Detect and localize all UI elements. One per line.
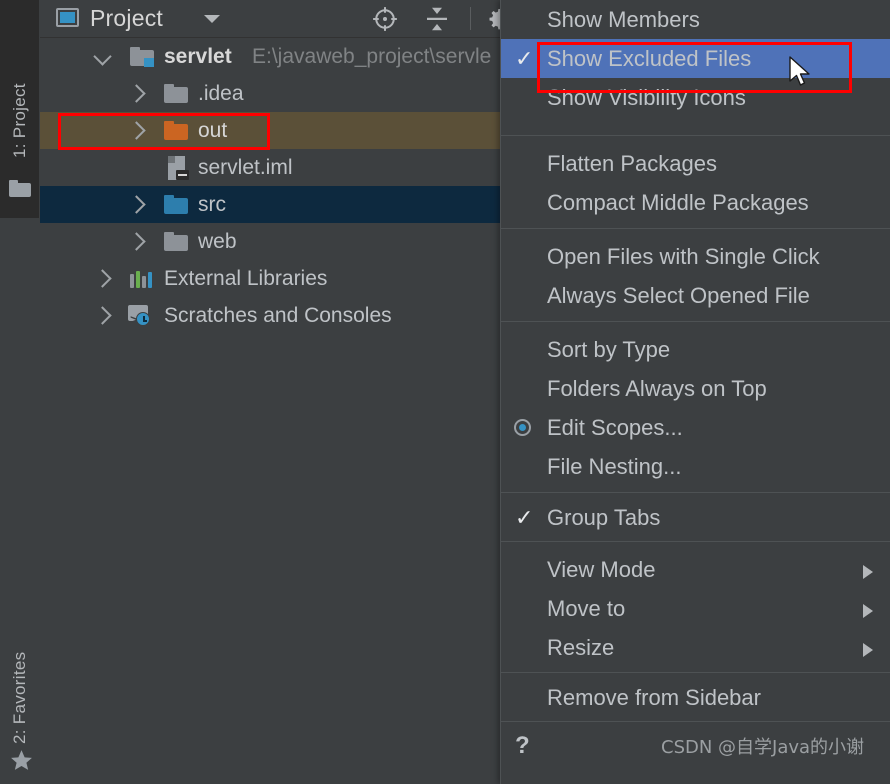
chevron-right-icon — [863, 604, 873, 618]
menu-item-open-files-single-click[interactable]: Open Files with Single Click — [501, 237, 890, 276]
ide-project-tool-window: 1: Project 2: Favorites Project servlet … — [0, 0, 890, 784]
chevron-right-icon — [863, 565, 873, 579]
radio-selected-icon — [514, 419, 531, 436]
menu-item-show-members[interactable]: Show Members — [501, 0, 890, 39]
tool-window-stripe: 1: Project 2: Favorites — [0, 0, 41, 784]
chevron-right-icon[interactable] — [127, 232, 146, 251]
menu-item-label: Sort by Type — [547, 337, 671, 362]
folder-icon — [9, 180, 31, 197]
libraries-icon — [130, 269, 154, 288]
menu-item-remove-from-sidebar[interactable]: Remove from Sidebar — [501, 678, 890, 717]
menu-item-help[interactable]: ? CSDN @自学Java的小谢 — [501, 726, 890, 765]
menu-item-move-to[interactable]: Move to — [501, 589, 890, 628]
menu-item-file-nesting[interactable]: File Nesting... — [501, 447, 890, 486]
tree-row-label: .idea — [198, 82, 244, 105]
menu-item-always-select-opened-file[interactable]: Always Select Opened File — [501, 276, 890, 315]
menu-item-group-tabs[interactable]: ✓ Group Tabs — [501, 498, 890, 537]
menu-separator — [501, 672, 890, 673]
watermark-text: CSDN @自学Java的小谢 — [661, 737, 865, 758]
chevron-down-icon[interactable] — [204, 15, 220, 23]
menu-separator — [501, 228, 890, 229]
collapse-all-button[interactable] — [422, 4, 452, 34]
stripe-button-project-label: 1: Project — [10, 83, 29, 158]
menu-separator — [501, 721, 890, 722]
menu-item-label: Resize — [547, 635, 615, 660]
menu-separator — [501, 321, 890, 322]
tree-row-label: External Libraries — [164, 267, 328, 290]
question-mark-icon: ? — [515, 732, 530, 759]
chevron-right-icon[interactable] — [93, 269, 112, 288]
mouse-pointer — [789, 56, 810, 86]
crosshair-target-icon — [373, 7, 397, 31]
out-folder-highlight-box — [58, 113, 270, 150]
module-folder-icon — [130, 47, 154, 67]
folder-icon — [164, 84, 188, 103]
menu-item-label: View Mode — [547, 557, 656, 582]
star-icon — [11, 750, 32, 770]
menu-item-view-mode[interactable]: View Mode — [501, 550, 890, 589]
menu-item-label: Remove from Sidebar — [547, 685, 761, 710]
tree-row-label: src — [198, 193, 226, 216]
menu-item-label: Flatten Packages — [547, 151, 717, 176]
chevron-right-icon[interactable] — [93, 306, 112, 325]
menu-item-label: Open Files with Single Click — [547, 244, 820, 269]
chevron-right-icon — [863, 643, 873, 657]
tree-row-label: servlet.iml — [198, 156, 293, 179]
checkmark-icon: ✓ — [515, 505, 534, 530]
menu-separator — [501, 135, 890, 136]
menu-item-label: Compact Middle Packages — [547, 190, 809, 215]
menu-item-compact-middle-packages[interactable]: Compact Middle Packages — [501, 183, 890, 222]
iml-file-icon — [168, 156, 189, 180]
chevron-right-icon[interactable] — [127, 195, 146, 214]
menu-item-label: Edit Scopes... — [547, 415, 683, 440]
scratches-icon — [128, 302, 153, 339]
tree-row-path: E:\javaweb_project\servle — [252, 45, 492, 68]
chevron-right-icon[interactable] — [127, 84, 146, 103]
menu-item-edit-scopes[interactable]: Edit Scopes... — [501, 408, 890, 447]
menu-item-label: Move to — [547, 596, 626, 621]
menu-item-label: Folders Always on Top — [547, 376, 767, 401]
page-title: Project — [90, 5, 163, 31]
source-folder-icon — [164, 195, 188, 214]
folder-icon — [164, 232, 188, 251]
stripe-button-favorites-label: 2: Favorites — [10, 651, 29, 744]
menu-item-label: Always Select Opened File — [547, 283, 810, 308]
select-opened-file-button[interactable] — [370, 4, 400, 34]
menu-separator — [501, 492, 890, 493]
project-view-icon — [56, 8, 79, 27]
menu-item-label: Group Tabs — [547, 505, 661, 530]
menu-item-folders-always-on-top[interactable]: Folders Always on Top — [501, 369, 890, 408]
menu-item-label: Show Members — [547, 7, 700, 32]
view-options-popup-menu: Show Members ✓ Show Excluded Files Show … — [500, 0, 890, 784]
tree-row-label: Scratches and Consoles — [164, 304, 392, 327]
stripe-button-favorites[interactable]: 2: Favorites — [10, 604, 30, 744]
checkmark-icon: ✓ — [515, 46, 534, 71]
menu-item-sort-by-type[interactable]: Sort by Type — [501, 330, 890, 369]
tree-row-label: web — [198, 230, 237, 253]
menu-item-flatten-packages[interactable]: Flatten Packages — [501, 144, 890, 183]
toolbar-separator — [470, 7, 471, 30]
tree-row-label: servlet — [164, 45, 232, 68]
chevron-down-icon[interactable] — [93, 47, 112, 66]
stripe-button-project[interactable]: 1: Project — [10, 8, 30, 158]
menu-item-resize[interactable]: Resize — [501, 628, 890, 667]
menu-item-label: File Nesting... — [547, 454, 682, 479]
menu-separator — [501, 541, 890, 542]
collapse-all-icon — [427, 7, 447, 31]
